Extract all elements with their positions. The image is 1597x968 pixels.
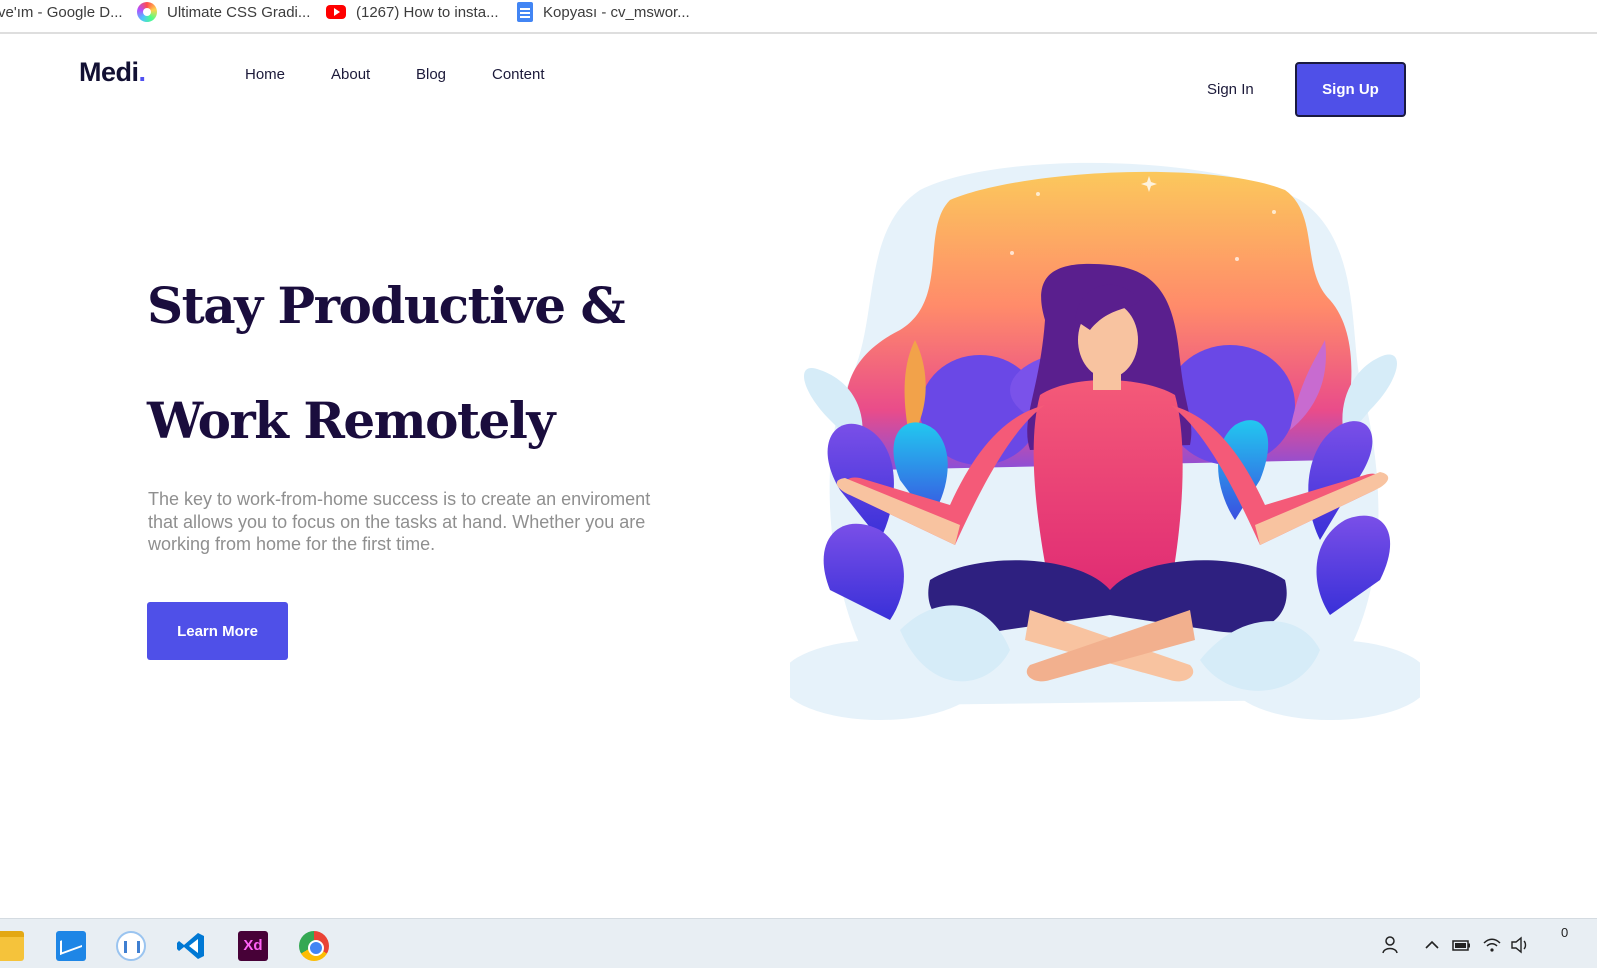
nav-about[interactable]: About — [331, 66, 370, 83]
youtube-icon — [326, 5, 346, 19]
bookmark-google-docs[interactable]: Kopyası - cv_mswor... — [517, 0, 690, 24]
hero-title-line-2: Work Remotely — [147, 391, 555, 450]
learn-more-button[interactable]: Learn More — [147, 602, 288, 660]
google-docs-icon — [517, 2, 533, 22]
adobe-xd-icon[interactable]: Xd — [238, 931, 268, 961]
battery-icon[interactable] — [1451, 935, 1471, 955]
file-explorer-icon[interactable] — [0, 931, 24, 961]
bookmark-youtube[interactable]: (1267) How to insta... — [326, 0, 499, 24]
bookmark-google-drive[interactable]: ve'ım - Google D... — [0, 0, 123, 24]
logo-text: Medi — [79, 57, 139, 87]
people-icon[interactable] — [1380, 935, 1400, 955]
volume-icon[interactable] — [1510, 935, 1530, 955]
taskbar: Xd 0 — [0, 918, 1597, 968]
site-logo[interactable]: Medi. — [79, 57, 146, 88]
hero-title-line-1: Stay Productive & — [147, 276, 626, 335]
nav-home[interactable]: Home — [245, 66, 285, 83]
clock-fragment[interactable]: 0 — [1561, 925, 1568, 940]
bookmark-css-gradient[interactable]: Ultimate CSS Gradi... — [137, 0, 310, 24]
ink-icon[interactable] — [116, 931, 146, 961]
chevron-up-icon[interactable] — [1422, 935, 1442, 955]
sign-in-link[interactable]: Sign In — [1207, 81, 1254, 98]
nav-blog[interactable]: Blog — [416, 66, 446, 83]
meditating-woman-illustration — [780, 160, 1430, 730]
hero-description: The key to work-from-home success is to … — [148, 489, 651, 555]
bookmark-label: Ultimate CSS Gradi... — [167, 3, 311, 21]
logo-dot: . — [138, 57, 147, 87]
bookmark-label: (1267) How to insta... — [356, 3, 499, 21]
sign-up-button[interactable]: Sign Up — [1295, 62, 1406, 117]
bookmark-label: Kopyası - cv_mswor... — [543, 3, 690, 21]
gradient-icon — [137, 2, 157, 22]
nav-content[interactable]: Content — [492, 66, 545, 83]
mail-icon[interactable] — [56, 931, 86, 961]
wifi-icon[interactable] — [1482, 935, 1502, 955]
bookmark-label: ve'ım - Google D... — [0, 3, 123, 21]
bookmarks-bar: ve'ım - Google D... Ultimate CSS Gradi..… — [0, 0, 1597, 34]
vscode-icon[interactable] — [176, 931, 206, 961]
chrome-icon[interactable] — [299, 931, 329, 961]
